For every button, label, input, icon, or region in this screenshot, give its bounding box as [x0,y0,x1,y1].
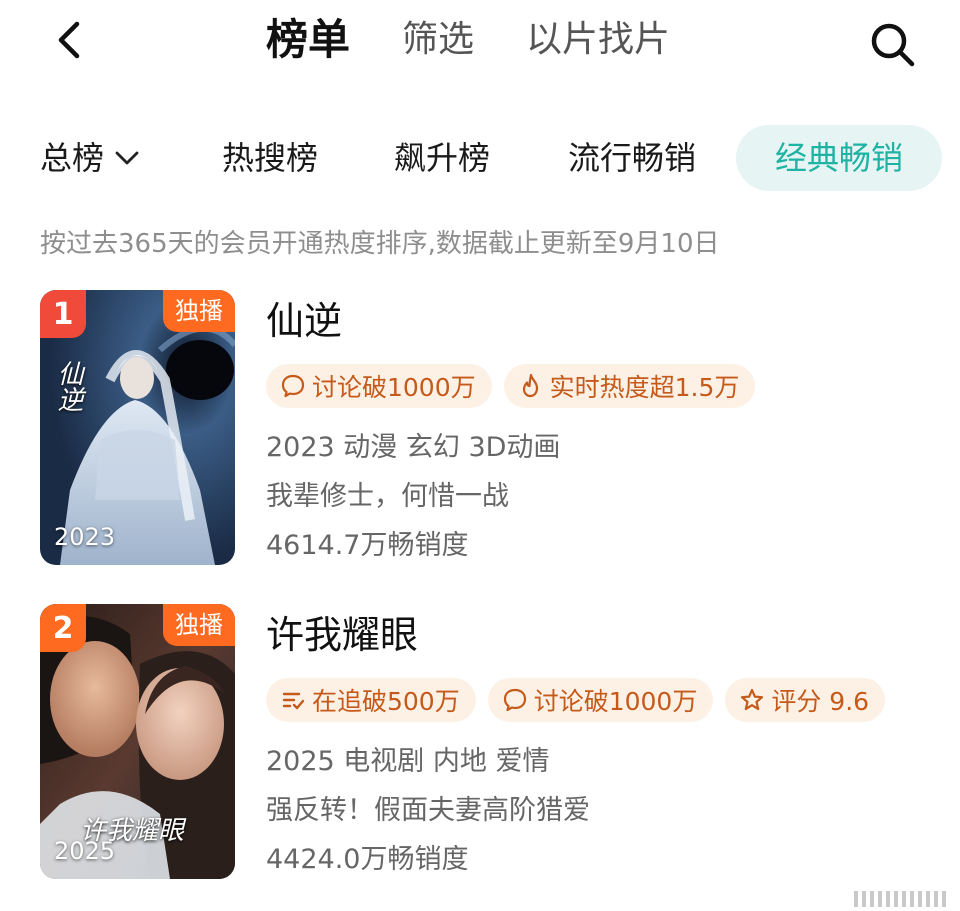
comment-icon [281,374,305,398]
rank-badge: 1 [40,290,86,338]
item-title[interactable]: 仙逆 [266,296,342,346]
stat-chip: 讨论破1000万 [487,678,714,722]
flame-icon [522,373,538,398]
poster-image[interactable]: 2 独播 许我耀眼 2025 [40,604,235,879]
item-tagline: 强反转！假面夫妻高阶猎爱 [266,795,590,826]
tab-popular-bestseller[interactable]: 流行畅销 [568,125,696,191]
poster-year: 2025 [54,837,116,865]
back-button[interactable] [46,18,90,62]
overall-ranking-dropdown[interactable]: 总榜 [40,125,140,191]
follow-list-icon [282,692,305,710]
stat-chip-label: 讨论破1000万 [312,373,476,402]
item-meta: 2025 电视剧 内地 爱情 [266,746,550,777]
tab-classic-bestseller[interactable]: 经典畅销 [736,125,942,191]
tab-filter[interactable]: 筛选 [402,14,474,66]
stat-chip: 实时热度超1.5万 [503,364,756,408]
dropdown-label: 总榜 [40,139,105,177]
exclusive-badge: 独播 [163,604,235,646]
star-icon [741,688,764,711]
watermark-decoration [854,891,946,907]
tab-find-by-film[interactable]: 以片找片 [526,14,670,66]
ranking-list-item[interactable]: 2 独播 许我耀眼 2025 许我耀眼 在追破500万 讨论破1000万 评分 … [40,604,940,879]
ranking-subtabs: 总榜 热搜榜 飙升榜 流行畅销 经典畅销 [0,125,960,191]
stat-chips: 在追破500万 讨论破1000万 评分 9.6 [266,678,886,722]
stat-chip-label: 评分 9.6 [771,687,870,716]
header-tabs: 榜单 筛选 以片找片 [266,14,722,66]
stat-chip: 评分 9.6 [725,678,886,722]
stat-chip-label: 在追破500万 [312,687,460,716]
item-sales: 4614.7万畅销度 [266,530,469,561]
item-sales: 4424.0万畅销度 [266,844,469,875]
stat-chip-label: 讨论破1000万 [533,687,698,716]
top-navigation-bar: 榜单 筛选 以片找片 [0,0,960,85]
item-meta: 2023 动漫 玄幻 3D动画 [266,432,561,463]
ranking-list-item[interactable]: 1 独播 仙逆 2023 仙逆 讨论破1000万 实时热度超1.5万 2023 … [40,290,940,565]
stat-chip: 在追破500万 [266,678,476,722]
tab-rankings[interactable]: 榜单 [266,14,350,66]
item-title[interactable]: 许我耀眼 [266,610,418,660]
poster-title-logo: 仙逆 [53,360,83,412]
tab-rising[interactable]: 飙升榜 [394,125,490,191]
exclusive-badge: 独播 [163,290,235,332]
stat-chip: 讨论破1000万 [266,364,492,408]
poster-image[interactable]: 1 独播 仙逆 2023 [40,290,235,565]
chevron-left-icon [58,21,80,59]
rank-badge: 2 [40,604,86,652]
poster-year: 2023 [54,523,116,551]
ranking-description: 按过去365天的会员开通热度排序,数据截止更新至9月10日 [40,229,720,259]
tab-hot-search[interactable]: 热搜榜 [222,125,318,191]
item-tagline: 我辈修士，何惜一战 [266,481,509,512]
comment-icon [503,688,526,712]
search-icon [871,23,915,67]
stat-chip-label: 实时热度超1.5万 [549,373,740,402]
chevron-down-icon [115,151,139,165]
search-button[interactable] [866,18,918,70]
stat-chips: 讨论破1000万 实时热度超1.5万 [266,364,756,408]
